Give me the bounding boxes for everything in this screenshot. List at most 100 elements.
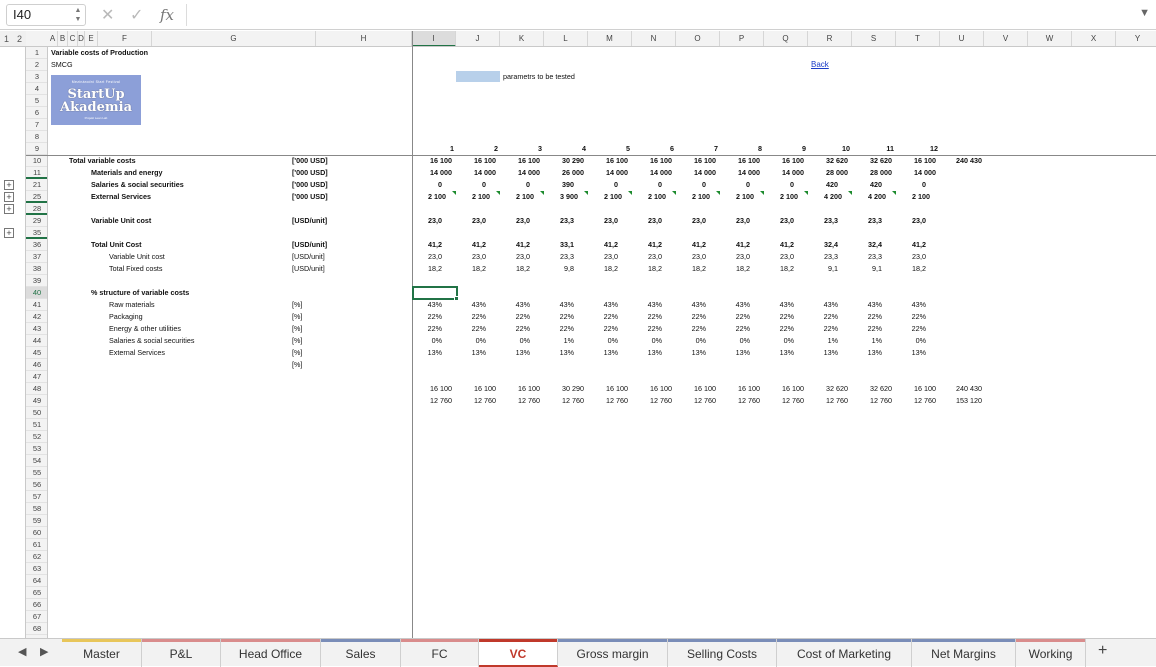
- row-header-50[interactable]: 50: [26, 407, 47, 419]
- period-header[interactable]: 8: [720, 143, 764, 155]
- unit-label[interactable]: [%]: [292, 299, 302, 311]
- value-cell[interactable]: 23,0: [588, 251, 632, 263]
- value-cell[interactable]: 23,0: [456, 215, 500, 227]
- value-cell[interactable]: 41,2: [632, 239, 676, 251]
- value-cell[interactable]: 0: [500, 179, 544, 191]
- row-label[interactable]: External Services: [91, 191, 151, 203]
- column-header-K[interactable]: K: [500, 31, 544, 46]
- value-cell[interactable]: 16 100: [676, 155, 720, 167]
- value-cell[interactable]: 18,2: [412, 263, 456, 275]
- value-cell[interactable]: 13%: [412, 347, 456, 359]
- row-header-49[interactable]: 49: [26, 395, 47, 407]
- row-header-46[interactable]: 46: [26, 359, 47, 371]
- period-header[interactable]: 11: [852, 143, 896, 155]
- row-header-7[interactable]: 7: [26, 119, 47, 131]
- column-header-X[interactable]: X: [1072, 31, 1116, 46]
- value-cell[interactable]: 12 760: [764, 395, 808, 407]
- value-cell[interactable]: 2 100: [764, 191, 808, 203]
- value-cell[interactable]: 12 760: [544, 395, 588, 407]
- value-cell[interactable]: 22%: [764, 311, 808, 323]
- value-cell[interactable]: 13%: [588, 347, 632, 359]
- value-cell[interactable]: 22%: [500, 323, 544, 335]
- value-cell[interactable]: 9,1: [852, 263, 896, 275]
- row-label[interactable]: Materials and energy: [91, 167, 163, 179]
- sheet-grid[interactable]: Variable costs of Production SMCG 1 2 3 4 5 6 7 8…: [48, 47, 1156, 638]
- value-cell[interactable]: 23,0: [720, 251, 764, 263]
- value-cell[interactable]: 14 000: [896, 167, 940, 179]
- value-cell[interactable]: 23,3: [544, 251, 588, 263]
- next-sheet-icon[interactable]: ▶: [40, 645, 48, 658]
- row-header-21[interactable]: 21: [26, 179, 47, 191]
- value-cell[interactable]: 13%: [852, 347, 896, 359]
- row-label[interactable]: Variable Unit cost: [109, 251, 165, 263]
- row-header-62[interactable]: 62: [26, 551, 47, 563]
- value-cell[interactable]: 43%: [720, 299, 764, 311]
- row-header-44[interactable]: 44: [26, 335, 47, 347]
- value-cell[interactable]: 14 000: [632, 167, 676, 179]
- row-header-25[interactable]: 25: [26, 191, 47, 203]
- value-cell[interactable]: 0: [676, 179, 720, 191]
- column-header-W[interactable]: W: [1028, 31, 1072, 46]
- unit-label[interactable]: [USD/unit]: [292, 251, 325, 263]
- tab-cost-of-marketing[interactable]: Cost of Marketing: [777, 639, 912, 667]
- value-cell[interactable]: 41,2: [720, 239, 764, 251]
- value-cell[interactable]: 16 100: [632, 155, 676, 167]
- value-cell[interactable]: 0%: [500, 335, 544, 347]
- column-header-M[interactable]: M: [588, 31, 632, 46]
- row-header-2[interactable]: 2: [26, 59, 47, 71]
- value-cell[interactable]: 43%: [500, 299, 544, 311]
- value-cell[interactable]: 32,4: [808, 239, 852, 251]
- row-header-68[interactable]: 68: [26, 623, 47, 635]
- row-header-4[interactable]: 4: [26, 83, 47, 95]
- value-cell[interactable]: 12 760: [808, 395, 852, 407]
- unit-label[interactable]: [%]: [292, 347, 302, 359]
- value-cell[interactable]: 420: [808, 179, 852, 191]
- value-cell[interactable]: 23,0: [676, 215, 720, 227]
- column-header-C[interactable]: C: [68, 31, 78, 46]
- confirm-icon[interactable]: ✓: [130, 5, 143, 25]
- value-cell[interactable]: 16 100: [720, 155, 764, 167]
- column-header-D[interactable]: D: [78, 31, 85, 46]
- column-header-Q[interactable]: Q: [764, 31, 808, 46]
- value-cell[interactable]: 22%: [676, 323, 720, 335]
- total-cell[interactable]: 240 430: [946, 383, 982, 395]
- value-cell[interactable]: 18,2: [720, 263, 764, 275]
- value-cell[interactable]: 23,0: [456, 251, 500, 263]
- value-cell[interactable]: 12 760: [500, 395, 544, 407]
- value-cell[interactable]: 18,2: [896, 263, 940, 275]
- value-cell[interactable]: 2 100: [500, 191, 544, 203]
- value-cell[interactable]: 30 290: [544, 383, 588, 395]
- row-header-9[interactable]: 9: [26, 143, 47, 155]
- value-cell[interactable]: 22%: [720, 311, 764, 323]
- tab-master[interactable]: Master: [62, 639, 142, 667]
- value-cell[interactable]: 2 100: [588, 191, 632, 203]
- value-cell[interactable]: 43%: [676, 299, 720, 311]
- tab-fc[interactable]: FC: [401, 639, 479, 667]
- value-cell[interactable]: 390: [544, 179, 588, 191]
- row-header-35[interactable]: 35: [26, 227, 47, 239]
- value-cell[interactable]: 41,2: [500, 239, 544, 251]
- value-cell[interactable]: 16 100: [412, 383, 456, 395]
- value-cell[interactable]: 43%: [456, 299, 500, 311]
- value-cell[interactable]: 22%: [500, 311, 544, 323]
- value-cell[interactable]: 0%: [720, 335, 764, 347]
- value-cell[interactable]: 32 620: [808, 383, 852, 395]
- value-cell[interactable]: 22%: [852, 311, 896, 323]
- value-cell[interactable]: 13%: [632, 347, 676, 359]
- row-header-39[interactable]: 39: [26, 275, 47, 287]
- column-header-O[interactable]: O: [676, 31, 720, 46]
- value-cell[interactable]: 43%: [588, 299, 632, 311]
- value-cell[interactable]: 23,3: [852, 215, 896, 227]
- value-cell[interactable]: 16 100: [764, 383, 808, 395]
- value-cell[interactable]: 22%: [632, 311, 676, 323]
- value-cell[interactable]: 43%: [852, 299, 896, 311]
- value-cell[interactable]: 32 620: [808, 155, 852, 167]
- value-cell[interactable]: 12 760: [852, 395, 896, 407]
- value-cell[interactable]: 13%: [896, 347, 940, 359]
- value-cell[interactable]: 18,2: [676, 263, 720, 275]
- value-cell[interactable]: 28 000: [808, 167, 852, 179]
- value-cell[interactable]: 23,3: [544, 215, 588, 227]
- column-header-I[interactable]: I: [412, 31, 456, 46]
- value-cell[interactable]: 23,3: [852, 251, 896, 263]
- column-header-N[interactable]: N: [632, 31, 676, 46]
